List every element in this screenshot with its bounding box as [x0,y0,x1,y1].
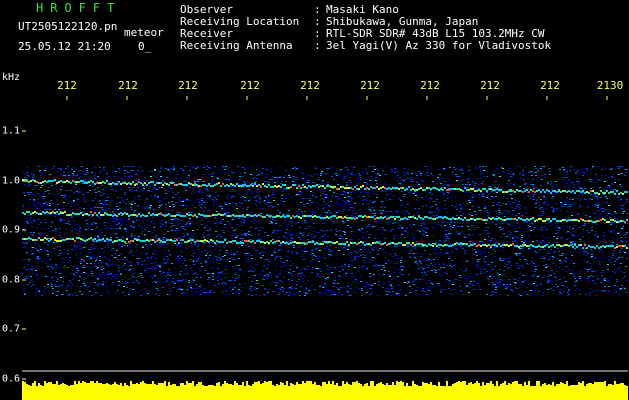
header: HROFFT UT2505122120.pn meteor 25.05.12 2… [0,0,629,74]
brand-title: HROFFT [36,1,122,15]
info-label: Receiving Antenna [180,39,293,52]
x-tick-label: 212 [57,79,77,92]
x-tick-label: 2130 [596,79,624,92]
info-value: 3el Yagi(V) Az 330 for Vladivostok [326,39,552,52]
info-row-antenna: Receiving Antenna:3el Yagi(V) Az 330 for… [180,40,551,52]
x-tick-label: 212 [178,79,198,92]
x-tick-label: 212 [420,79,440,92]
y-tick-label: 1.1 [2,125,21,137]
x-tick-label: 212 [240,79,260,92]
filename-label: UT2505122120.pn [18,20,118,33]
x-tick-label: 212 [300,79,320,92]
axis-unit-label: kHz [2,72,21,83]
y-tick-label: 0.8 [2,274,21,286]
station-info: Observer: Masaki Kano Receiving Location:… [180,4,551,52]
x-tick-label: 212 [540,79,560,92]
spectrogram-plot [22,96,628,400]
info-separator: : [314,39,321,52]
y-tick-label: 0.6 [2,373,21,385]
timestamp-label: 25.05.12 21:20 [18,40,111,53]
x-tick-label: 212 [480,79,500,92]
x-tick-label: 212 [360,79,380,92]
x-tick-label: 212 [118,79,138,92]
count-label: 0_ [138,40,152,53]
mode-label: meteor [124,26,164,39]
y-tick-label: 0.7 [2,323,21,335]
y-tick-label: 1.0 [2,175,21,187]
y-tick-label: 0.9 [2,224,21,236]
